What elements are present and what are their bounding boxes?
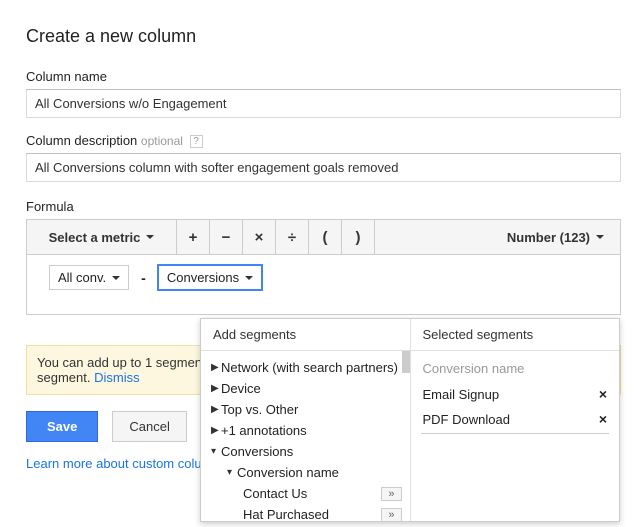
cancel-button[interactable]: Cancel [112, 411, 186, 442]
add-segments-header: Add segments [201, 319, 410, 351]
optional-text: optional [141, 134, 183, 148]
select-metric-dropdown[interactable]: Select a metric [27, 220, 177, 254]
learn-more-link[interactable]: Learn more about custom columns [26, 456, 226, 471]
tree-label: Hat Purchased [243, 507, 329, 521]
tree-label: Conversions [221, 444, 293, 459]
selected-item: Email Signup × [421, 382, 610, 407]
column-name-input[interactable] [26, 89, 621, 118]
selected-segments-header: Selected segments [411, 319, 620, 351]
chevron-down-icon [112, 276, 120, 280]
remove-segment-button[interactable]: × [599, 386, 607, 402]
format-label: Number (123) [507, 230, 590, 245]
tree-item-network[interactable]: ▶Network (with search partners) [207, 357, 410, 378]
tree-leaf-hat-purchased[interactable]: Hat Purchased » [207, 504, 410, 521]
segments-tree[interactable]: ▶Network (with search partners) ▶Device … [201, 351, 410, 521]
selected-item-label: PDF Download [423, 412, 510, 427]
op-multiply-button[interactable]: × [243, 220, 276, 254]
tree-label: Top vs. Other [221, 402, 298, 417]
column-name-label: Column name [26, 69, 621, 84]
tree-item-top-vs-other[interactable]: ▶Top vs. Other [207, 399, 410, 420]
segments-popover: Add segments ▶Network (with search partn… [200, 318, 620, 522]
op-minus-button[interactable]: − [210, 220, 243, 254]
op-lparen-button[interactable]: ( [309, 220, 342, 254]
scrollbar-thumb[interactable] [402, 351, 410, 373]
add-segment-button[interactable]: » [381, 487, 401, 501]
tree-item-plus1[interactable]: ▶+1 annotations [207, 420, 410, 441]
remove-segment-button[interactable]: × [599, 411, 607, 427]
tree-label: Network (with search partners) [221, 360, 398, 375]
select-metric-label: Select a metric [49, 230, 141, 245]
add-segment-button[interactable]: » [381, 508, 401, 522]
metric-chip-all-conv[interactable]: All conv. [49, 265, 129, 290]
tree-label: Device [221, 381, 261, 396]
selected-category-label: Conversion name [421, 357, 610, 382]
column-description-label: Column description optional ? [26, 133, 621, 148]
tree-item-conversion-name[interactable]: ▾Conversion name [207, 462, 410, 483]
save-button[interactable]: Save [26, 411, 98, 442]
column-description-text: Column description [26, 133, 137, 148]
page-title: Create a new column [26, 26, 621, 47]
chevron-down-icon [596, 235, 604, 239]
op-divide-button[interactable]: ÷ [276, 220, 309, 254]
metric-chip-conversions[interactable]: Conversions [158, 265, 262, 290]
format-dropdown[interactable]: Number (123) [375, 220, 620, 254]
column-description-input[interactable] [26, 153, 621, 182]
chevron-down-icon [245, 276, 253, 280]
tree-label: Contact Us [243, 486, 307, 501]
formula-label: Formula [26, 199, 621, 214]
formula-operator: - [137, 270, 150, 286]
selected-item: PDF Download × [421, 407, 610, 434]
chip-label: All conv. [58, 270, 106, 285]
help-icon[interactable]: ? [190, 135, 203, 148]
chevron-down-icon [146, 235, 154, 239]
selected-item-label: Email Signup [423, 387, 500, 402]
tree-label: +1 annotations [221, 423, 307, 438]
tree-item-device[interactable]: ▶Device [207, 378, 410, 399]
formula-body[interactable]: All conv. - Conversions [26, 255, 621, 315]
tree-item-conversions[interactable]: ▾Conversions [207, 441, 410, 462]
formula-toolbar: Select a metric + − × ÷ ( ) Number (123) [26, 219, 621, 255]
dismiss-link[interactable]: Dismiss [94, 370, 140, 385]
chip-label: Conversions [167, 270, 239, 285]
tree-label: Conversion name [237, 465, 339, 480]
tree-leaf-contact-us[interactable]: Contact Us » [207, 483, 410, 504]
op-rparen-button[interactable]: ) [342, 220, 375, 254]
op-plus-button[interactable]: + [177, 220, 210, 254]
